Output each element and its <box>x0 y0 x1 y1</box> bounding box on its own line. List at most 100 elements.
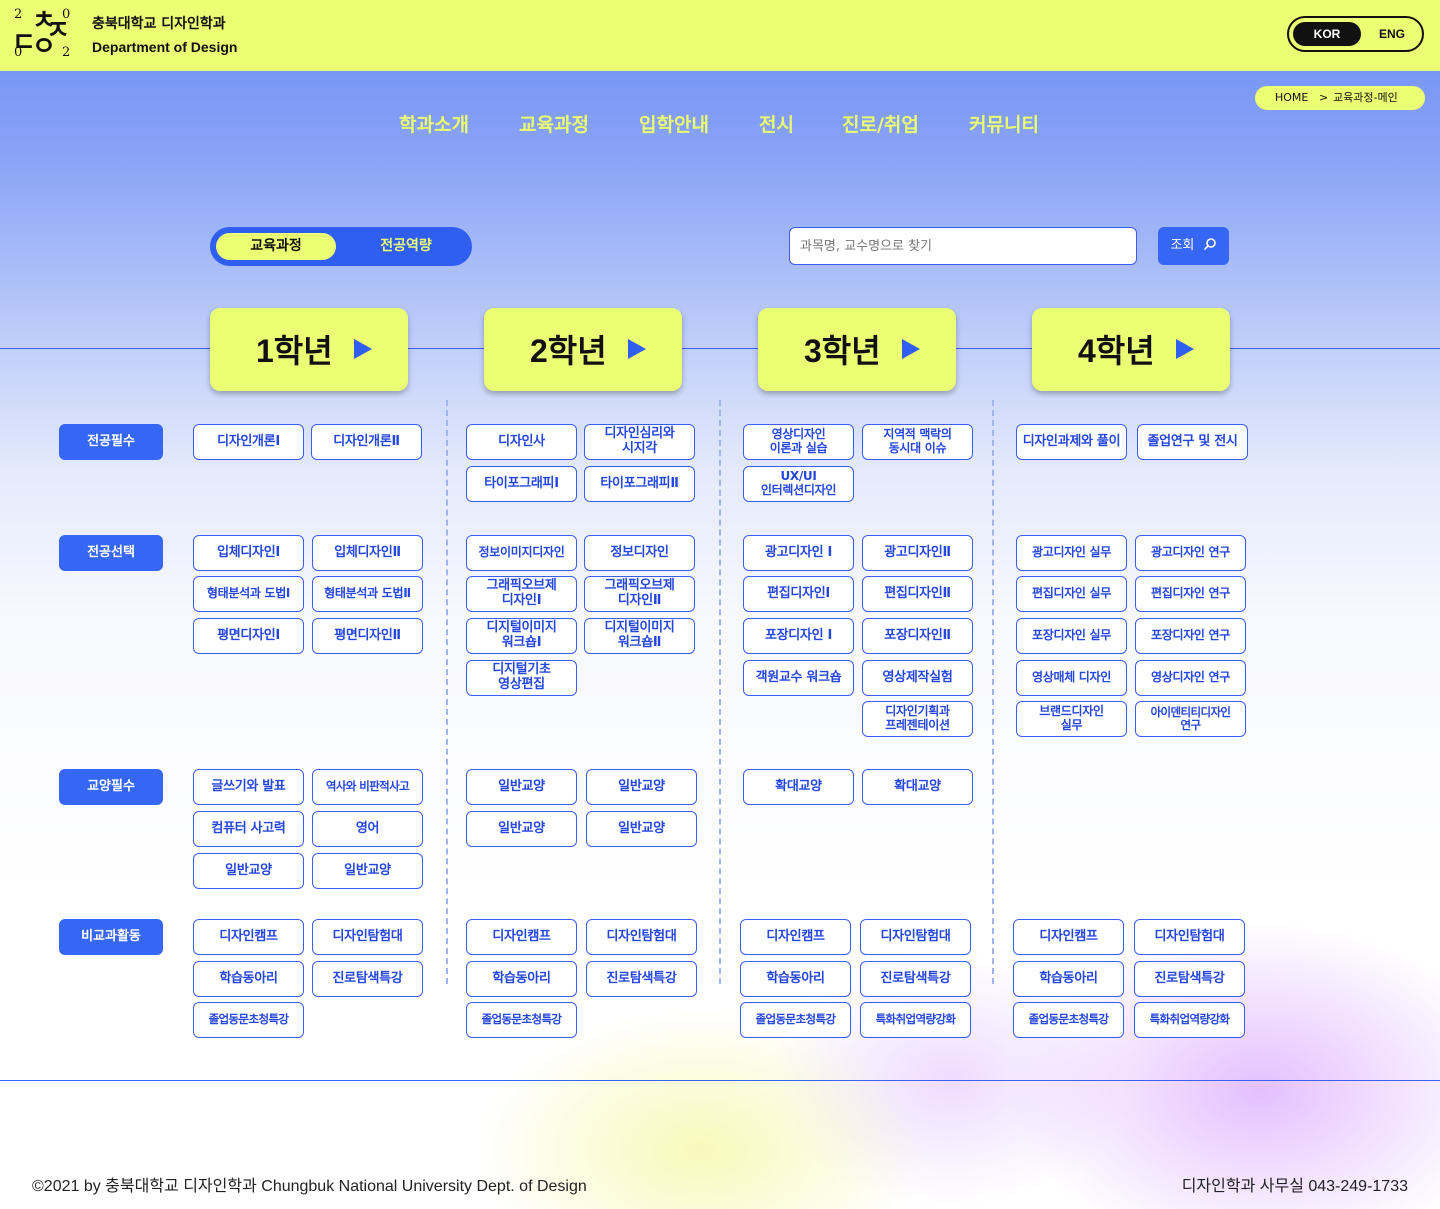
course-button[interactable]: 진로탐색특강 <box>1134 961 1245 997</box>
search-input[interactable] <box>789 227 1137 265</box>
nav-item-admission[interactable]: 입학안내 <box>639 110 709 137</box>
course-button[interactable]: 포장디자인 Ⅰ <box>743 618 854 654</box>
course-button[interactable]: 광고디자인 Ⅰ <box>743 535 854 571</box>
course-button[interactable]: 디지털이미지 워크숍Ⅱ <box>584 618 695 654</box>
course-button[interactable]: 디자인개론Ⅰ <box>193 424 304 460</box>
course-button[interactable]: 형태분석과 도법Ⅱ <box>312 576 423 612</box>
course-button[interactable]: 편집디자인Ⅱ <box>862 576 973 612</box>
course-button[interactable]: 영상디자인 연구 <box>1135 660 1246 696</box>
course-button[interactable]: 확대교양 <box>743 769 854 805</box>
breadcrumb-home[interactable]: HOME <box>1275 86 1308 110</box>
course-button[interactable]: 디자인탐험대 <box>312 919 423 955</box>
course-button[interactable]: 지역적 맥락의 동시대 이슈 <box>862 424 973 460</box>
course-button[interactable]: 진로탐색특강 <box>312 961 423 997</box>
course-button[interactable]: 학습동아리 <box>740 961 851 997</box>
course-button[interactable]: 졸업동문초청특강 <box>193 1002 304 1038</box>
course-button[interactable]: 디자인캠프 <box>740 919 851 955</box>
course-button[interactable]: 편집디자인Ⅰ <box>743 576 854 612</box>
brand-name-english[interactable]: Department of Design <box>92 39 237 55</box>
course-button[interactable]: 졸업동문초청특강 <box>466 1002 577 1038</box>
course-button[interactable]: 그래픽오브제 디자인Ⅱ <box>584 576 695 612</box>
toggle-curriculum[interactable]: 교육과정 <box>216 233 336 260</box>
course-button[interactable]: 일반교양 <box>586 769 697 805</box>
course-button[interactable]: 디자인캠프 <box>1013 919 1124 955</box>
course-button[interactable]: 정보디자인 <box>584 535 695 571</box>
course-button[interactable]: 평면디자인Ⅱ <box>312 618 423 654</box>
course-button[interactable]: 입체디자인Ⅰ <box>193 535 304 571</box>
course-button[interactable]: 디자인탐험대 <box>586 919 697 955</box>
course-button[interactable]: 입체디자인Ⅱ <box>312 535 423 571</box>
course-button[interactable]: 졸업연구 및 전시 <box>1137 424 1248 460</box>
year-2-button[interactable]: 2학년 <box>484 308 682 391</box>
course-button[interactable]: 역사와 비판적사고 <box>312 769 423 805</box>
year-3-button[interactable]: 3학년 <box>758 308 956 391</box>
course-button[interactable]: 학습동아리 <box>1013 961 1124 997</box>
course-button[interactable]: 디지털기초 영상편집 <box>466 660 577 696</box>
year-4-button[interactable]: 4학년 <box>1032 308 1230 391</box>
course-button[interactable]: 일반교양 <box>466 769 577 805</box>
toggle-competency[interactable]: 전공역량 <box>350 233 462 260</box>
lang-eng-button[interactable]: ENG <box>1363 22 1421 46</box>
course-button[interactable]: UX/UI 인터렉션디자인 <box>743 466 854 502</box>
course-button[interactable]: 포장디자인 연구 <box>1135 618 1246 654</box>
course-button[interactable]: 객원교수 워크숍 <box>743 660 854 696</box>
course-button[interactable]: 진로탐색특강 <box>860 961 971 997</box>
course-button[interactable]: 디자인탐험대 <box>1134 919 1245 955</box>
course-button[interactable]: 영어 <box>312 811 423 847</box>
course-button[interactable]: 진로탐색특강 <box>586 961 697 997</box>
nav-item-exhibition[interactable]: 전시 <box>759 110 794 137</box>
lang-kor-button[interactable]: KOR <box>1293 22 1361 46</box>
course-button[interactable]: 디자인개론Ⅱ <box>311 424 422 460</box>
nav-item-curriculum[interactable]: 교육과정 <box>519 110 589 137</box>
year-1-button[interactable]: 1학년 <box>210 308 408 391</box>
category-liberal-required: 교양필수 <box>59 769 163 805</box>
course-button[interactable]: 디자인심리와 시지각 <box>584 424 695 460</box>
course-button[interactable]: 글쓰기와 발표 <box>193 769 304 805</box>
course-button[interactable]: 정보이미지디자인 <box>466 535 577 571</box>
course-button[interactable]: 편집디자인 연구 <box>1135 576 1246 612</box>
course-button[interactable]: 일반교양 <box>193 853 304 889</box>
course-button[interactable]: 디자인캠프 <box>193 919 304 955</box>
nav-item-community[interactable]: 커뮤니티 <box>969 110 1039 137</box>
course-button[interactable]: 일반교양 <box>312 853 423 889</box>
course-button[interactable]: 그래픽오브제 디자인Ⅰ <box>466 576 577 612</box>
course-button[interactable]: 평면디자인Ⅰ <box>193 618 304 654</box>
course-button[interactable]: 영상매체 디자인 <box>1016 660 1127 696</box>
search-button[interactable]: 조회 <box>1158 227 1229 265</box>
course-button[interactable]: 디자인사 <box>466 424 577 460</box>
course-button[interactable]: 학습동아리 <box>193 961 304 997</box>
course-button[interactable]: 광고디자인Ⅱ <box>862 535 973 571</box>
course-button[interactable]: 디지털이미지 워크숍Ⅰ <box>466 618 577 654</box>
course-button[interactable]: 광고디자인 실무 <box>1016 535 1127 571</box>
course-button[interactable]: 디자인기획과 프레젠테이션 <box>862 701 973 737</box>
brand-name-korean[interactable]: 충북대학교 디자인학과 <box>92 13 226 33</box>
course-button[interactable]: 아이덴티티디자인 연구 <box>1135 701 1246 737</box>
course-button[interactable]: 학습동아리 <box>466 961 577 997</box>
course-button[interactable]: 일반교양 <box>466 811 577 847</box>
course-button[interactable]: 졸업동문초청특강 <box>1013 1002 1124 1038</box>
course-button[interactable]: 일반교양 <box>586 811 697 847</box>
play-arrow-icon <box>1176 339 1194 359</box>
course-button[interactable]: 디자인과제와 풀이 <box>1016 424 1127 460</box>
course-button[interactable]: 확대교양 <box>862 769 973 805</box>
course-button[interactable]: 포장디자인 실무 <box>1016 618 1127 654</box>
course-button[interactable]: 특화취업역량강화 <box>860 1002 971 1038</box>
course-button[interactable]: 졸업동문초청특강 <box>740 1002 851 1038</box>
nav-item-career[interactable]: 진로/취업 <box>842 110 919 137</box>
course-button[interactable]: 타이포그래피Ⅱ <box>584 466 695 502</box>
course-button[interactable]: 특화취업역량강화 <box>1134 1002 1245 1038</box>
course-button[interactable]: 브랜드디자인 실무 <box>1016 701 1127 737</box>
nav-item-about[interactable]: 학과소개 <box>399 110 469 137</box>
course-button[interactable]: 디자인캠프 <box>466 919 577 955</box>
department-logo[interactable]: 2 ㄷ ㅊ 0 0 ㅇ ㅈ 2 <box>12 8 72 62</box>
course-button[interactable]: 편집디자인 실무 <box>1016 576 1127 612</box>
course-button[interactable]: 컴퓨터 사고력 <box>193 811 304 847</box>
course-button[interactable]: 영상디자인 이론과 실습 <box>743 424 854 460</box>
course-button[interactable]: 타이포그래피Ⅰ <box>466 466 577 502</box>
course-button[interactable]: 광고디자인 연구 <box>1135 535 1246 571</box>
course-button[interactable]: 디자인탐험대 <box>860 919 971 955</box>
course-button[interactable]: 포장디자인Ⅱ <box>862 618 973 654</box>
course-button[interactable]: 형태분석과 도법Ⅰ <box>193 576 304 612</box>
course-button[interactable]: 영상제작실험 <box>862 660 973 696</box>
column-divider <box>446 400 448 984</box>
